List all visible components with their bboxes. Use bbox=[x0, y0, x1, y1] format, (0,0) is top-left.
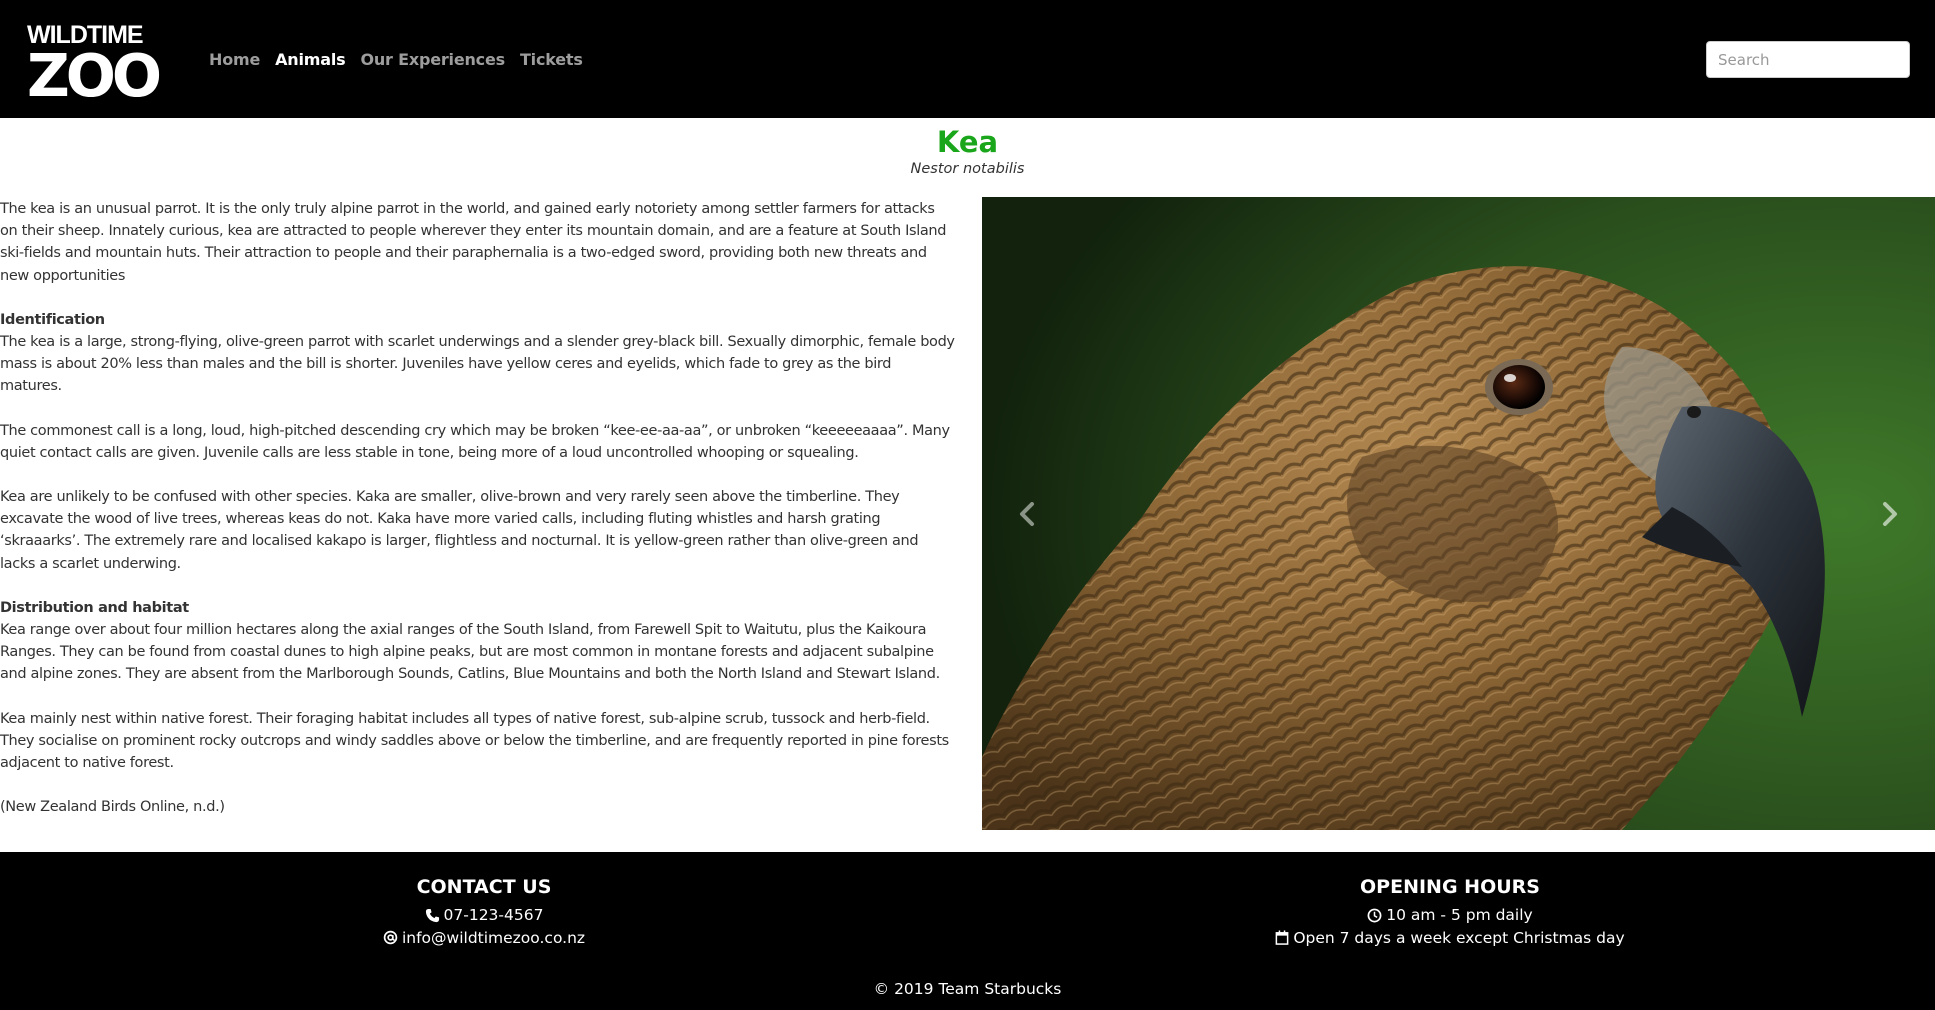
copyright: © 2019 Team Starbucks bbox=[873, 980, 1062, 998]
phone-icon bbox=[425, 908, 439, 922]
animal-description: The kea is an unusual parrot. It is the … bbox=[0, 198, 955, 840]
calendar-icon bbox=[1275, 930, 1289, 946]
identification-paragraph-3: Kea are unlikely to be confused with oth… bbox=[0, 489, 919, 572]
footer: CONTACT US 07-123-4567 info@wildtimezoo.… bbox=[0, 852, 1935, 1010]
logo-line2: ZOO bbox=[27, 41, 160, 98]
opening-hours-heading: OPENING HOURS bbox=[1360, 876, 1540, 898]
nav-home[interactable]: Home bbox=[209, 50, 260, 69]
navbar: WILDTIME ZOO Home Animals Our Experience… bbox=[0, 0, 1935, 118]
identification-section: Identification The kea is a large, stron… bbox=[0, 309, 955, 398]
hours-line: 10 am - 5 pm daily bbox=[1150, 904, 1750, 927]
identification-heading: Identification bbox=[0, 311, 105, 328]
distribution-paragraph-1: Kea range over about four million hectar… bbox=[0, 622, 940, 683]
logo-graphic: WILDTIME ZOO bbox=[27, 21, 164, 110]
contact-section: CONTACT US 07-123-4567 info@wildtimezoo.… bbox=[184, 873, 784, 949]
nav-our-experiences[interactable]: Our Experiences bbox=[360, 50, 505, 69]
chevron-left-icon bbox=[1020, 501, 1034, 526]
scientific-name: Nestor notabilis bbox=[910, 161, 1025, 177]
days-line: Open 7 days a week except Christmas day bbox=[1150, 927, 1750, 950]
opening-hours: 10 am - 5 pm daily bbox=[1386, 906, 1533, 924]
at-icon bbox=[383, 930, 398, 945]
email-address[interactable]: info@wildtimezoo.co.nz bbox=[402, 927, 585, 950]
email-line: info@wildtimezoo.co.nz bbox=[184, 927, 784, 950]
opening-days: Open 7 days a week except Christmas day bbox=[1293, 928, 1625, 947]
nav-animals[interactable]: Animals bbox=[275, 50, 346, 69]
identification-paragraph-2: The commonest call is a long, loud, high… bbox=[0, 422, 950, 461]
clock-icon bbox=[1367, 908, 1382, 923]
carousel-next-button[interactable] bbox=[1845, 197, 1935, 830]
page-title: Kea bbox=[936, 125, 999, 159]
contact-heading: CONTACT US bbox=[416, 876, 552, 898]
chevron-right-icon bbox=[1883, 501, 1897, 526]
zoo-logo[interactable]: WILDTIME ZOO bbox=[25, 18, 180, 110]
intro-paragraph: The kea is an unusual parrot. It is the … bbox=[0, 201, 947, 284]
phone-line: 07-123-4567 bbox=[184, 904, 784, 927]
carousel-prev-button[interactable] bbox=[982, 197, 1072, 830]
nav-tickets[interactable]: Tickets bbox=[520, 50, 583, 69]
phone-number[interactable]: 07-123-4567 bbox=[444, 904, 544, 927]
search-input[interactable] bbox=[1706, 41, 1910, 78]
main-nav: Home Animals Our Experiences Tickets bbox=[209, 0, 583, 118]
opening-hours-section: OPENING HOURS 10 am - 5 pm daily Open 7 … bbox=[1150, 873, 1750, 949]
citation: (New Zealand Birds Online, n.d.) bbox=[0, 799, 225, 816]
identification-paragraph-1: The kea is a large, strong-flying, olive… bbox=[0, 334, 955, 395]
distribution-heading: Distribution and habitat bbox=[0, 599, 189, 616]
distribution-paragraph-2: Kea mainly nest within native forest. Th… bbox=[0, 710, 949, 772]
kea-photo bbox=[982, 197, 1935, 830]
distribution-section: Distribution and habitat Kea range over … bbox=[0, 597, 955, 686]
image-carousel bbox=[982, 197, 1935, 830]
